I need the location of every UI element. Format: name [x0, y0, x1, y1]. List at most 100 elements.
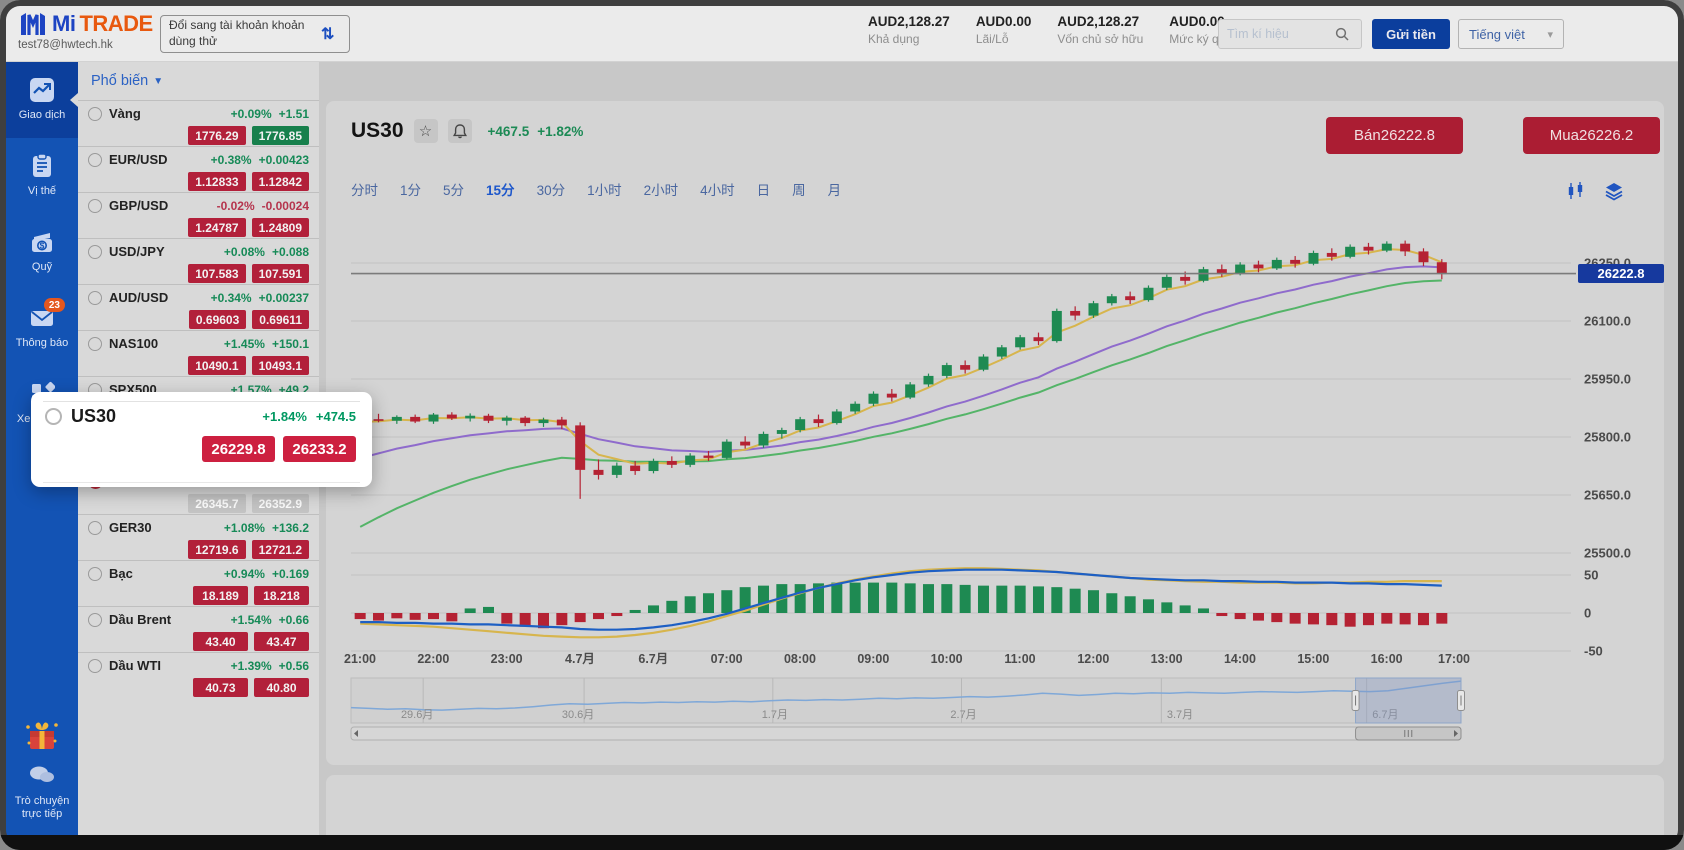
navigator-selection[interactable]: [1356, 678, 1461, 723]
instrument-hover-popup[interactable]: US30 +1.84%+474.5 26229.8 26233.2: [31, 392, 372, 487]
stat-label: Vốn chủ sở hữu: [1057, 32, 1143, 46]
timeframe-tab[interactable]: 15分: [486, 179, 515, 199]
svg-text:22:00: 22:00: [417, 652, 449, 666]
symbol-search[interactable]: [1218, 19, 1362, 49]
watchlist-row[interactable]: Vàng +0.09%+1.51 1776.29 1776.85: [78, 100, 319, 146]
ask-price-button[interactable]: 12721.2: [252, 540, 309, 559]
ask-price-button[interactable]: 1776.85: [252, 126, 309, 145]
instrument-name: GBP/USD: [109, 198, 217, 213]
instrument-radio[interactable]: [88, 659, 102, 673]
chart-navigator[interactable]: 29.6月30.6月1.7月2.7月3.7月6.7月: [351, 678, 1465, 740]
ask-price-button[interactable]: 107.591: [252, 264, 309, 283]
live-chat-icon[interactable]: [27, 765, 57, 785]
sidebar-item-notifications[interactable]: 23 Thông báo: [6, 290, 78, 366]
popup-change-pct: +1.84%: [262, 409, 306, 424]
sidebar-item-positions[interactable]: Vị thế: [6, 138, 78, 214]
favorite-star-button[interactable]: ☆: [414, 119, 438, 143]
bid-price-button[interactable]: 10490.1: [188, 356, 245, 375]
instrument-change-abs: +150.1: [272, 337, 309, 351]
watchlist-row[interactable]: GER30 +1.08%+136.2 12719.6 12721.2: [78, 514, 319, 560]
watchlist-row[interactable]: NAS100 +1.45%+150.1 10490.1 10493.1: [78, 330, 319, 376]
switch-demo-account-button[interactable]: Đổi sang tài khoản khoản dùng thử ⇅: [160, 15, 350, 53]
watchlist-row[interactable]: Dầu WTI +1.39%+0.56 40.73 40.80: [78, 652, 319, 698]
instrument-radio[interactable]: [88, 613, 102, 627]
bid-price-button[interactable]: 1.24787: [188, 218, 245, 237]
instrument-radio[interactable]: [88, 337, 102, 351]
live-chat-label[interactable]: Trò chuyện trực tiếp: [10, 795, 74, 823]
timeframe-tab[interactable]: 4小时: [700, 179, 735, 199]
timeframe-tab[interactable]: 月: [828, 179, 842, 199]
timeframe-tab[interactable]: 周: [792, 179, 806, 199]
bid-price-button[interactable]: 1776.29: [188, 126, 245, 145]
bid-price-button[interactable]: 0.69603: [189, 310, 246, 329]
popup-bid-button[interactable]: 26229.8: [202, 436, 275, 462]
instrument-change-abs: -0.00024: [262, 199, 309, 213]
ask-price-button[interactable]: 40.80: [254, 678, 309, 697]
watchlist-row[interactable]: AUD/USD +0.34%+0.00237 0.69603 0.69611: [78, 284, 319, 330]
watchlist-row[interactable]: EUR/USD +0.38%+0.00423 1.12833 1.12842: [78, 146, 319, 192]
timeframe-tab[interactable]: 30分: [537, 179, 566, 199]
instrument-change-abs: +0.169: [272, 567, 309, 581]
bid-price-button[interactable]: 18.189: [193, 586, 248, 605]
ask-price-button[interactable]: 18.218: [254, 586, 309, 605]
sidebar-item-trade[interactable]: Giao dịch: [6, 62, 78, 138]
bid-price-button[interactable]: 12719.6: [188, 540, 245, 559]
stat-label: Khả dụng: [868, 32, 950, 46]
instrument-name: NAS100: [109, 336, 224, 351]
instrument-radio[interactable]: [88, 291, 102, 305]
indicators-layers-icon[interactable]: [1604, 181, 1624, 201]
bid-price-button[interactable]: 107.583: [188, 264, 245, 283]
watchlist-row[interactable]: Bạc +0.94%+0.169 18.189 18.218: [78, 560, 319, 606]
popup-instrument-name: US30: [71, 406, 262, 427]
instrument-radio[interactable]: [88, 199, 102, 213]
ask-price-button[interactable]: 10493.1: [252, 356, 309, 375]
gift-icon[interactable]: [22, 715, 62, 755]
instrument-change-pct: +0.94%: [224, 567, 265, 581]
deposit-button[interactable]: Gửi tiền: [1372, 19, 1450, 49]
positions-clipboard-icon: [29, 153, 55, 179]
watchlist-row[interactable]: USD/JPY +0.08%+0.088 107.583 107.591: [78, 238, 319, 284]
bid-price-button[interactable]: 43.40: [193, 632, 248, 651]
ask-price-button[interactable]: 0.69611: [252, 310, 309, 329]
brand[interactable]: MiTRADE test78@hwtech.hk: [18, 10, 153, 51]
account-stat: AUD2,128.27Vốn chủ sở hữu: [1057, 14, 1143, 46]
ask-price-button[interactable]: 1.24809: [252, 218, 309, 237]
ask-price-button[interactable]: 43.47: [254, 632, 309, 651]
timeframe-tab[interactable]: 2小时: [644, 179, 679, 199]
language-selector[interactable]: Tiếng việt ▾: [1458, 19, 1564, 49]
instrument-radio[interactable]: [88, 521, 102, 535]
instrument-radio[interactable]: [88, 153, 102, 167]
watchlist-row[interactable]: Dầu Brent +1.54%+0.66 43.40 43.47: [78, 606, 319, 652]
ask-price-button[interactable]: 26352.9: [252, 494, 309, 513]
instrument-radio[interactable]: [88, 107, 102, 121]
instrument-name: AUD/USD: [109, 290, 211, 305]
sidebar-item-funds[interactable]: $ Quỹ: [6, 214, 78, 290]
chart-change-abs: +467.5: [488, 124, 530, 139]
popup-ask-button[interactable]: 26233.2: [283, 436, 356, 462]
stat-value: AUD2,128.27: [868, 14, 950, 29]
timeframe-tab[interactable]: 5分: [443, 179, 464, 199]
buy-button[interactable]: Mua26226.2: [1523, 117, 1660, 154]
instrument-radio[interactable]: [88, 567, 102, 581]
sell-button[interactable]: Bán26222.8: [1326, 117, 1463, 154]
bid-price-button[interactable]: 40.73: [193, 678, 248, 697]
bid-price-button[interactable]: 26345.7: [188, 494, 245, 513]
instrument-name: Dầu Brent: [109, 612, 231, 627]
timeframe-tab[interactable]: 1分: [400, 179, 421, 199]
alert-bell-button[interactable]: [448, 119, 472, 143]
ask-price-button[interactable]: 1.12842: [252, 172, 309, 191]
timeframe-tab[interactable]: 日: [757, 179, 771, 199]
watchlist-row[interactable]: GBP/USD -0.02%-0.00024 1.24787 1.24809: [78, 192, 319, 238]
chart-scrollbar-track[interactable]: [351, 727, 1461, 740]
search-input[interactable]: [1227, 27, 1335, 41]
instrument-change-abs: +136.2: [272, 521, 309, 535]
timeframe-tab[interactable]: 1小时: [587, 179, 622, 199]
instrument-name: USD/JPY: [109, 244, 224, 259]
watchlist-category-dropdown[interactable]: Phổ biến▼: [78, 62, 319, 100]
timeframe-tab[interactable]: 分时: [351, 179, 378, 199]
chart-type-candles-icon[interactable]: [1566, 181, 1586, 201]
instrument-radio[interactable]: [88, 245, 102, 259]
bid-price-button[interactable]: 1.12833: [188, 172, 245, 191]
price-chart[interactable]: 26250.026100.025950.025800.025650.025500…: [326, 213, 1664, 753]
instrument-radio[interactable]: [45, 408, 62, 425]
